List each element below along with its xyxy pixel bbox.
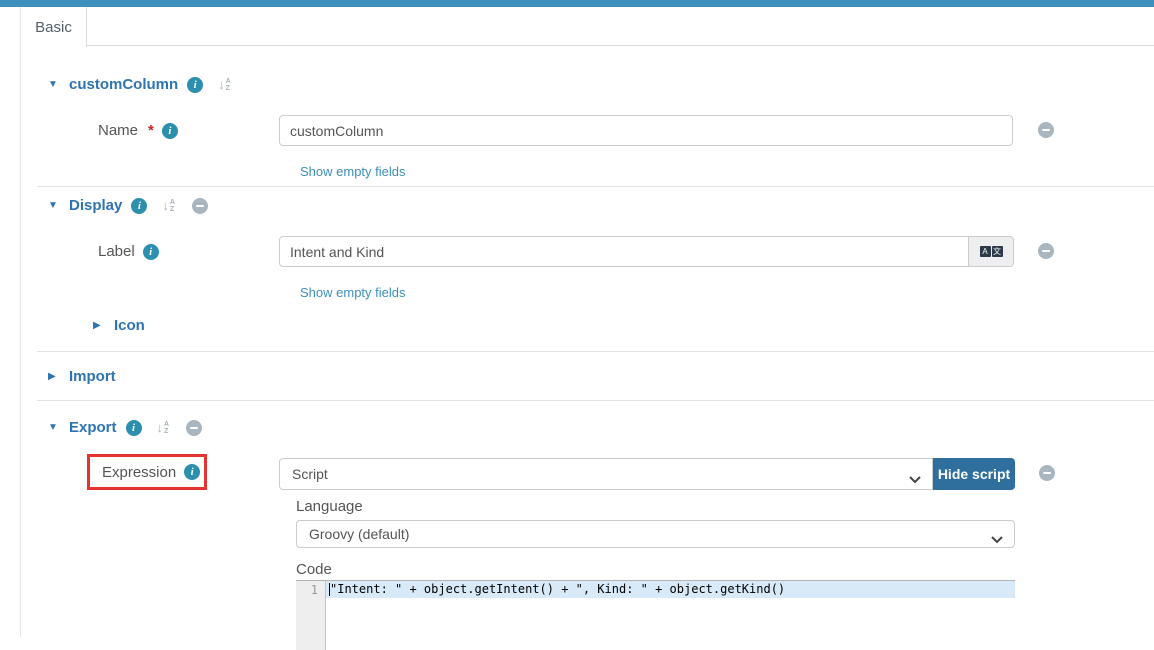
expression-label: Expression i: [102, 464, 200, 481]
chevron-down-icon: [909, 471, 921, 487]
required-marker: *: [148, 122, 154, 139]
name-label-cell: Name* i: [98, 115, 279, 140]
expression-selected-option: Script: [292, 466, 328, 482]
caret-down-icon: ▼: [48, 422, 60, 433]
hide-script-button[interactable]: Hide script: [933, 458, 1015, 490]
tab-basic-label: Basic: [35, 19, 72, 36]
sort-icon[interactable]: ↓ A Z: [162, 199, 175, 213]
info-icon[interactable]: i: [162, 123, 178, 139]
remove-display-button[interactable]: [192, 198, 208, 214]
code-label: Code: [296, 561, 332, 578]
info-icon[interactable]: i: [184, 464, 200, 480]
section-icon-header[interactable]: ▶ Icon: [93, 317, 145, 334]
editor-gutter: 1: [296, 581, 326, 650]
section-import-title: Import: [69, 368, 116, 385]
label-input[interactable]: [279, 236, 969, 267]
section-divider: [37, 400, 1154, 401]
language-selected-option: Groovy (default): [309, 526, 409, 542]
info-icon[interactable]: i: [187, 77, 203, 93]
info-icon[interactable]: i: [126, 420, 142, 436]
section-export-header[interactable]: ▼ Export i ↓ A Z: [48, 419, 202, 436]
caret-right-icon: ▶: [48, 371, 60, 382]
remove-expression-button[interactable]: [1039, 465, 1055, 481]
section-customcolumn-header[interactable]: ▼ customColumn i ↓ A Z: [48, 76, 231, 93]
name-field-row: Name* i: [98, 115, 1054, 146]
caret-right-icon: ▶: [93, 320, 105, 331]
tab-bar: Basic: [21, 7, 1154, 46]
section-customcolumn-title: customColumn: [69, 76, 178, 93]
remove-label-button[interactable]: [1038, 243, 1054, 259]
tab-basic[interactable]: Basic: [21, 7, 87, 47]
form-panel: Basic ▼ customColumn i ↓ A Z Name* i Sho…: [20, 7, 1154, 637]
section-divider: [37, 351, 1154, 352]
show-empty-fields-link[interactable]: Show empty fields: [300, 164, 406, 179]
name-input[interactable]: [279, 115, 1013, 146]
expression-select[interactable]: Script: [279, 458, 933, 490]
chevron-down-icon: [991, 531, 1003, 547]
code-line-1: "Intent: " + object.getIntent() + ", Kin…: [326, 581, 1015, 598]
translate-button[interactable]: A 文: [969, 236, 1014, 267]
remove-export-button[interactable]: [186, 420, 202, 436]
minus-icon: [1043, 472, 1051, 474]
label-label: Label i: [98, 243, 159, 260]
section-display-header[interactable]: ▼ Display i ↓ A Z: [48, 197, 208, 214]
sort-icon[interactable]: ↓ A Z: [157, 421, 170, 435]
info-icon[interactable]: i: [131, 198, 147, 214]
expression-field-row: Expression i Script Hide script: [21, 454, 1154, 494]
expression-highlight-box: Expression i: [87, 454, 207, 490]
sort-icon[interactable]: ↓ A Z: [218, 78, 231, 92]
minus-icon: [1042, 250, 1050, 252]
minus-icon: [1042, 129, 1050, 131]
label-label-cell: Label i: [98, 236, 279, 261]
language-label: Language: [296, 498, 363, 515]
name-label: Name* i: [98, 122, 178, 139]
language-select[interactable]: Groovy (default): [296, 520, 1015, 548]
line-number: 1: [296, 582, 318, 599]
section-import-header[interactable]: ▶ Import: [48, 368, 116, 385]
translate-icon: A: [980, 246, 991, 257]
section-export-title: Export: [69, 419, 117, 436]
info-icon[interactable]: i: [143, 244, 159, 260]
caret-down-icon: ▼: [48, 79, 60, 90]
remove-name-button[interactable]: [1038, 122, 1054, 138]
section-display-title: Display: [69, 197, 122, 214]
section-divider: [37, 186, 1154, 187]
section-icon-title: Icon: [114, 317, 145, 334]
code-editor[interactable]: 1 "Intent: " + object.getIntent() + ", K…: [296, 580, 1015, 650]
minus-icon: [196, 205, 204, 207]
minus-icon: [190, 427, 198, 429]
caret-down-icon: ▼: [48, 200, 60, 211]
show-empty-fields-link[interactable]: Show empty fields: [300, 285, 406, 300]
top-accent-bar: [0, 0, 1154, 7]
code-area[interactable]: "Intent: " + object.getIntent() + ", Kin…: [326, 581, 1015, 650]
code-text: "Intent: " + object.getIntent() + ", Kin…: [330, 581, 785, 598]
label-field-row: Label i A 文: [98, 236, 1054, 267]
